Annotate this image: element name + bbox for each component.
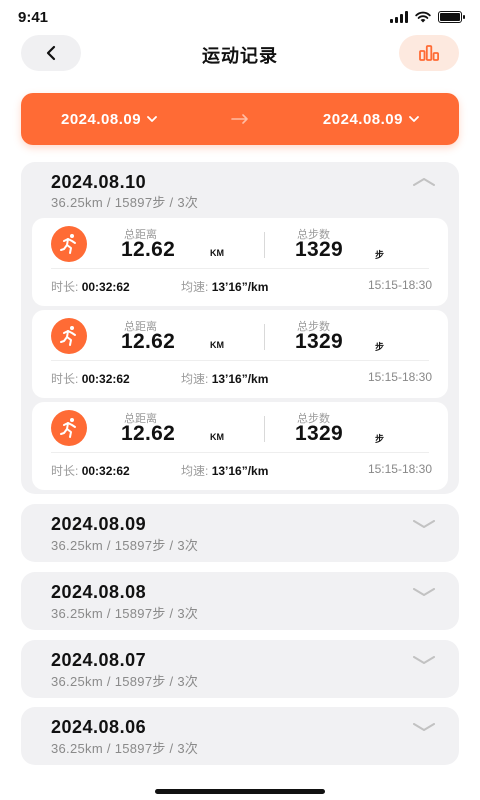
time-range: 15:15-18:30 — [367, 462, 432, 476]
chevron-down-icon[interactable] — [413, 723, 435, 731]
home-indicator[interactable] — [155, 789, 325, 794]
steps-unit: 步 — [375, 342, 385, 352]
end-date: 2024.08.09 — [322, 110, 403, 128]
distance-value: 12.62 — [121, 330, 176, 353]
duration: 时长: 00:32:62 — [51, 280, 130, 294]
statistics-button[interactable] — [399, 35, 459, 71]
steps-unit: 步 — [375, 250, 385, 260]
running-icon — [51, 318, 87, 354]
day-group[interactable]: 2024.08.10 36.25km / 15897步 / 3次 总距离 12.… — [21, 162, 459, 494]
chevron-up-icon[interactable] — [413, 178, 435, 186]
group-date: 2024.08.07 — [51, 650, 147, 670]
distance-unit: KM — [210, 340, 224, 350]
bar-chart-icon — [419, 45, 440, 61]
distance-unit: KM — [210, 432, 224, 442]
running-icon — [51, 226, 87, 262]
pace: 均速: 13’16”/km — [181, 464, 269, 478]
arrow-right-icon — [231, 114, 248, 124]
distance-value: 12.62 — [121, 238, 176, 261]
record-card[interactable]: 总距离 12.62 KM 总步数 1329 步 时长: 00:32:62 均速:… — [32, 402, 448, 490]
distance-unit: KM — [210, 248, 224, 258]
day-group[interactable]: 2024.08.08 36.25km / 15897步 / 3次 — [21, 572, 459, 630]
divider — [264, 232, 265, 258]
divider — [51, 360, 429, 361]
chevron-down-icon[interactable] — [413, 588, 435, 596]
day-group[interactable]: 2024.08.07 36.25km / 15897步 / 3次 — [21, 640, 459, 698]
steps-value: 1329 — [295, 238, 343, 261]
group-date: 2024.08.09 — [51, 514, 147, 534]
time-range: 15:15-18:30 — [367, 370, 432, 384]
status-bar: 9:41 — [0, 0, 480, 34]
group-summary: 36.25km / 15897步 / 3次 — [51, 606, 199, 621]
chevron-down-icon — [409, 116, 419, 122]
group-summary: 36.25km / 15897步 / 3次 — [51, 195, 199, 210]
group-date: 2024.08.06 — [51, 717, 147, 737]
duration: 时长: 00:32:62 — [51, 372, 130, 386]
wifi-icon — [415, 11, 431, 23]
date-range-picker: 2024.08.09 2024.08.09 — [21, 93, 459, 145]
pace: 均速: 13’16”/km — [181, 280, 269, 294]
group-summary: 36.25km / 15897步 / 3次 — [51, 741, 199, 756]
record-card[interactable]: 总距离 12.62 KM 总步数 1329 步 时长: 00:32:62 均速:… — [32, 310, 448, 398]
distance-value: 12.62 — [121, 422, 176, 445]
signal-icon — [390, 11, 408, 23]
steps-value: 1329 — [295, 422, 343, 445]
duration: 时长: 00:32:62 — [51, 464, 130, 478]
divider — [264, 416, 265, 442]
end-date-picker[interactable]: 2024.08.09 — [323, 111, 419, 128]
running-icon — [51, 410, 87, 446]
battery-icon — [438, 11, 465, 23]
divider — [264, 324, 265, 350]
chevron-down-icon[interactable] — [413, 520, 435, 528]
day-group[interactable]: 2024.08.06 36.25km / 15897步 / 3次 — [21, 707, 459, 765]
record-card[interactable]: 总距离 12.62 KM 总步数 1329 步 时长: 00:32:62 均速:… — [32, 218, 448, 306]
group-date: 2024.08.10 — [51, 172, 147, 192]
steps-unit: 步 — [375, 434, 385, 444]
start-date: 2024.08.09 — [61, 110, 142, 128]
nav-bar: 运动记录 — [0, 34, 480, 76]
day-group[interactable]: 2024.08.09 36.25km / 15897步 / 3次 — [21, 504, 459, 562]
steps-value: 1329 — [295, 330, 343, 353]
start-date-picker[interactable]: 2024.08.09 — [61, 111, 157, 128]
divider — [51, 268, 429, 269]
time-range: 15:15-18:30 — [367, 278, 432, 292]
group-date: 2024.08.08 — [51, 582, 147, 602]
group-summary: 36.25km / 15897步 / 3次 — [51, 538, 199, 553]
group-summary: 36.25km / 15897步 / 3次 — [51, 674, 199, 689]
divider — [51, 452, 429, 453]
status-icons — [390, 11, 465, 23]
status-time: 9:41 — [18, 8, 49, 26]
chevron-down-icon — [147, 116, 157, 122]
pace: 均速: 13’16”/km — [181, 372, 269, 386]
chevron-down-icon[interactable] — [413, 656, 435, 664]
